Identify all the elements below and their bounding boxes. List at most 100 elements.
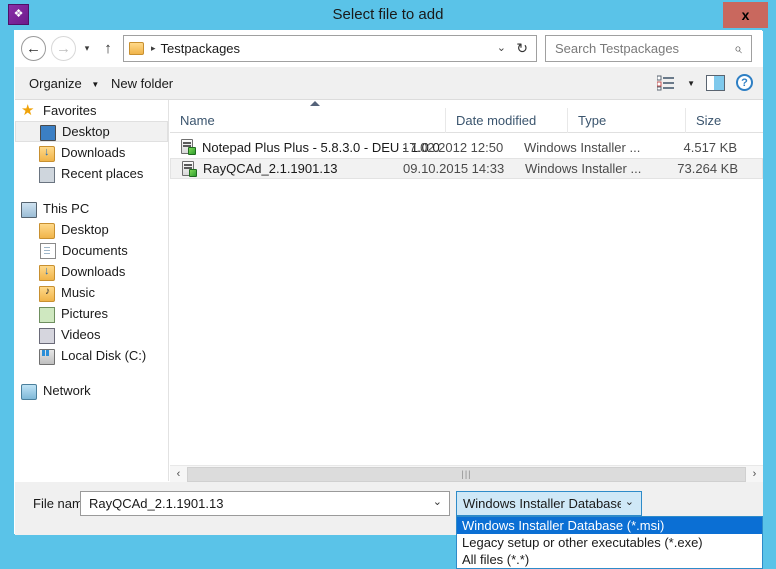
cell-name: RayQCAd_2.1.1901.13 bbox=[203, 161, 338, 176]
sidebar-group-label: This PC bbox=[43, 201, 90, 216]
sidebar-item-label: Downloads bbox=[61, 264, 126, 279]
pane-right-section bbox=[714, 76, 724, 90]
sidebar-group-label: Favorites bbox=[43, 103, 97, 118]
breadcrumb-separator-icon: ▸ bbox=[151, 43, 156, 53]
folder-download-icon bbox=[39, 264, 55, 281]
sidebar-item-recent-places[interactable]: Recent places bbox=[15, 163, 168, 184]
column-header-row: Name Date modified Type Size bbox=[170, 108, 763, 133]
scrollbar-thumb[interactable]: ||| bbox=[187, 466, 746, 482]
sidebar-item-downloads-fav[interactable]: Downloads bbox=[15, 142, 168, 163]
chevron-down-icon[interactable]: ▼ bbox=[687, 79, 695, 88]
search-box[interactable]: ⌕ bbox=[545, 35, 752, 62]
star-icon: ★ bbox=[21, 101, 35, 119]
sidebar-item-desktop[interactable]: Desktop bbox=[15, 219, 168, 240]
sidebar-group-this-pc[interactable]: This PC bbox=[15, 198, 168, 219]
forward-icon[interactable]: → bbox=[51, 36, 76, 61]
dropdown-option-exe[interactable]: Legacy setup or other executables (*.exe… bbox=[457, 534, 762, 551]
table-row[interactable]: Notepad Plus Plus - 5.8.3.0 - DEU - 1.0.… bbox=[170, 137, 763, 158]
window-title: Select file to add bbox=[332, 6, 444, 23]
cell-size: 73.264 KB bbox=[677, 161, 738, 176]
folder-documents-icon bbox=[40, 243, 56, 259]
file-dialog-window: ❖ Select file to add x ← → ▾ ↑ ▸ Testpac… bbox=[0, 0, 776, 569]
file-type-filter-value: Windows Installer Database (*.r bbox=[463, 496, 621, 511]
view-mode-icon[interactable] bbox=[657, 75, 675, 91]
cell-date-modified: 09.10.2015 14:33 bbox=[403, 161, 505, 176]
up-icon[interactable]: ↑ bbox=[99, 36, 117, 61]
chevron-down-icon[interactable]: ⌄ bbox=[433, 495, 442, 508]
folder-videos-icon bbox=[39, 327, 55, 344]
disk-icon bbox=[39, 348, 55, 365]
sidebar-item-music[interactable]: Music bbox=[15, 282, 168, 303]
sidebar-item-label: Videos bbox=[61, 327, 101, 342]
navigation-bar: ← → ▾ ↑ ▸ Testpackages ⌄ ↻ ⌕ bbox=[15, 31, 763, 67]
folder-download-icon bbox=[39, 145, 55, 162]
sidebar-item-desktop-fav[interactable]: Desktop bbox=[15, 121, 168, 142]
table-row[interactable]: RayQCAd_2.1.1901.13 09.10.2015 14:33 Win… bbox=[170, 158, 763, 179]
column-header-type[interactable]: Type bbox=[567, 108, 685, 133]
column-header-size[interactable]: Size bbox=[685, 108, 763, 133]
sidebar-item-label: Downloads bbox=[61, 145, 126, 160]
column-header-date-modified[interactable]: Date modified bbox=[445, 108, 567, 133]
sidebar-group-label: Network bbox=[43, 383, 91, 398]
sidebar-item-label: Documents bbox=[62, 243, 128, 258]
refresh-icon[interactable]: ↻ bbox=[516, 40, 528, 57]
file-type-filter-combo[interactable]: Windows Installer Database (*.r ⌄ bbox=[456, 491, 642, 516]
folder-music-icon bbox=[39, 285, 55, 302]
file-list-pane: Name Date modified Type Size Notepad Plu… bbox=[170, 100, 763, 481]
sidebar-group-favorites[interactable]: ★ Favorites bbox=[15, 100, 168, 121]
file-rows: Notepad Plus Plus - 5.8.3.0 - DEU - 1.0.… bbox=[170, 137, 763, 179]
file-type-filter-dropdown[interactable]: Windows Installer Database (*.msi) Legac… bbox=[456, 516, 763, 569]
dropdown-option-msi[interactable]: Windows Installer Database (*.msi) bbox=[457, 517, 762, 534]
breadcrumb-testpackages[interactable]: Testpackages bbox=[161, 41, 241, 56]
cell-date-modified: 17.02.2012 12:50 bbox=[402, 140, 504, 155]
command-bar: Organize ▼ New folder ▼ ? bbox=[15, 67, 763, 100]
sidebar-item-documents[interactable]: Documents bbox=[15, 240, 168, 261]
sidebar-item-label: Local Disk (C:) bbox=[61, 348, 147, 363]
file-name-input[interactable] bbox=[87, 495, 422, 512]
folder-pictures-icon bbox=[39, 306, 55, 323]
address-bar[interactable]: ▸ Testpackages ⌄ ↻ bbox=[123, 35, 537, 62]
navigation-pane: ★ Favorites Desktop Downloads Recent pla… bbox=[15, 100, 169, 481]
sidebar-item-pictures[interactable]: Pictures bbox=[15, 303, 168, 324]
back-icon[interactable]: ← bbox=[21, 36, 46, 61]
recent-places-icon bbox=[39, 166, 55, 183]
chevron-down-icon: ⌄ bbox=[624, 496, 634, 508]
search-input[interactable] bbox=[553, 40, 723, 57]
folder-desktop-icon bbox=[39, 222, 55, 239]
cell-type: Windows Installer ... bbox=[525, 161, 642, 176]
sidebar-item-downloads[interactable]: Downloads bbox=[15, 261, 168, 282]
cell-size: 4.517 KB bbox=[683, 140, 738, 155]
sidebar-item-label: Music bbox=[61, 285, 95, 300]
file-name-combo[interactable]: ⌄ bbox=[80, 491, 450, 516]
sidebar-item-label: Desktop bbox=[62, 124, 110, 139]
dialog-footer: File name: ⌄ Windows Installer Database … bbox=[15, 482, 763, 569]
recent-locations-icon[interactable]: ▾ bbox=[79, 36, 95, 61]
sidebar-group-network[interactable]: Network bbox=[15, 380, 168, 401]
dropdown-option-all-files[interactable]: All files (*.*) bbox=[457, 551, 762, 568]
sort-ascending-icon bbox=[310, 101, 320, 106]
sidebar-item-videos[interactable]: Videos bbox=[15, 324, 168, 345]
close-button[interactable]: x bbox=[723, 2, 768, 28]
folder-icon bbox=[129, 42, 144, 55]
title-bar: ❖ Select file to add x bbox=[0, 0, 776, 30]
search-icon[interactable]: ⌕ bbox=[734, 40, 742, 57]
chevron-down-icon[interactable]: ⌄ bbox=[497, 41, 506, 54]
preview-pane-icon[interactable] bbox=[706, 75, 725, 91]
msi-file-icon bbox=[181, 161, 197, 177]
column-header-name[interactable]: Name bbox=[170, 108, 445, 133]
scroll-left-arrow-icon[interactable]: ‹ bbox=[170, 465, 187, 483]
help-icon[interactable]: ? bbox=[736, 74, 753, 91]
horizontal-scrollbar[interactable]: ‹ ||| › bbox=[170, 465, 763, 483]
scroll-right-arrow-icon[interactable]: › bbox=[746, 465, 763, 483]
cell-type: Windows Installer ... bbox=[524, 140, 641, 155]
sidebar-item-label: Recent places bbox=[61, 166, 144, 181]
sidebar-item-label: Pictures bbox=[61, 306, 108, 321]
organize-button[interactable]: Organize ▼ bbox=[23, 73, 105, 94]
sidebar-item-local-disk-c[interactable]: Local Disk (C:) bbox=[15, 345, 168, 366]
new-folder-button[interactable]: New folder bbox=[105, 73, 179, 94]
monitor-icon bbox=[40, 124, 56, 141]
computer-icon bbox=[21, 201, 37, 218]
chevron-down-icon: ▼ bbox=[91, 80, 100, 90]
